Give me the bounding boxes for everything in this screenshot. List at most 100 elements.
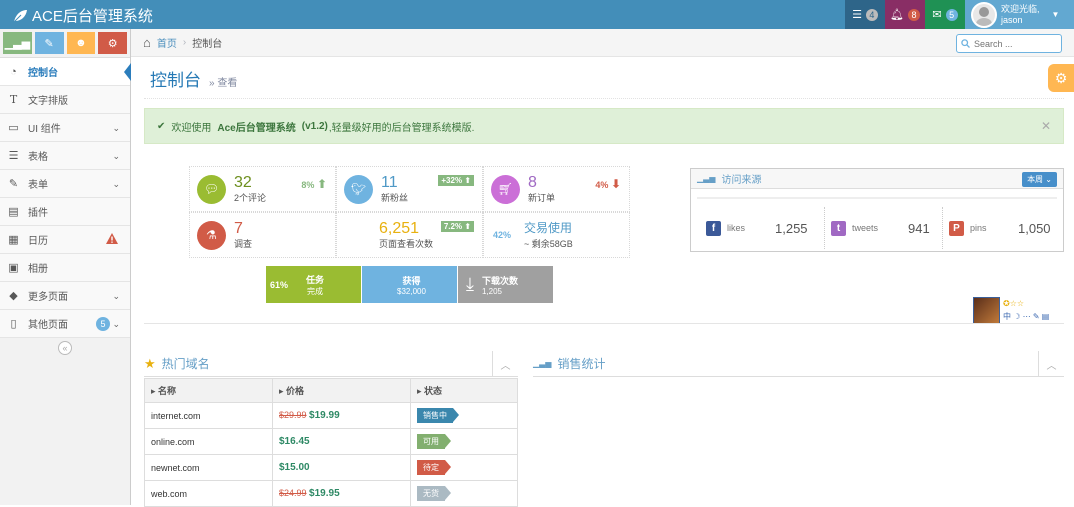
- group-shortcut-button[interactable]: ☻: [66, 32, 96, 54]
- table-header-price[interactable]: ▸ 价格: [272, 378, 411, 403]
- signal-shortcut-button[interactable]: ▁▃▅: [3, 32, 32, 54]
- comments-icon: 💬︎: [197, 174, 226, 204]
- user-info: 欢迎光临, jason: [1001, 4, 1040, 26]
- sidebar-item-forms[interactable]: ✎ 表单 ⌄: [0, 170, 130, 198]
- chevron-down-icon: ⌄: [112, 151, 120, 161]
- small-infobox-title: 下载次数: [481, 275, 518, 286]
- signal-icon: ▁▃▅: [533, 359, 552, 368]
- table-header-status[interactable]: ▸ 状态: [410, 378, 518, 403]
- domain-name: internet.com: [144, 402, 273, 429]
- alert-suffix: ,轻量级好用的后台管理系统模版.: [328, 122, 475, 134]
- group-icon: ☻: [75, 37, 87, 49]
- search-icon: [961, 39, 970, 48]
- user-menu[interactable]: 欢迎光临, jason ▼: [965, 0, 1074, 29]
- sidebar-item-calendar[interactable]: ▦ 日历: [0, 226, 130, 254]
- infobox-text: 2个评论: [234, 193, 267, 203]
- sidebar-item-label: 表单: [28, 180, 48, 191]
- brand-link[interactable]: ACE后台管理系统: [12, 5, 153, 26]
- sidebar-item-more-pages[interactable]: ◆ 更多页面 ⌄: [0, 282, 130, 310]
- sidebar-item-ui[interactable]: ▭ UI 组件 ⌄: [0, 114, 130, 142]
- user-greeting: 欢迎光临,: [1001, 3, 1040, 14]
- chevron-down-icon: ⌄: [112, 179, 120, 189]
- sidebar-item-label: 表格: [28, 152, 48, 163]
- calendar-icon: ▦: [8, 234, 19, 246]
- domain-status: 销售中: [410, 402, 518, 429]
- signal-icon: ▁▃▅: [697, 174, 716, 183]
- picture-icon: ▣: [8, 262, 19, 274]
- small-infobox-title: 任务: [306, 274, 325, 285]
- domain-name: online.com: [144, 428, 273, 455]
- arrow-up-icon: ⬆: [316, 177, 327, 191]
- download-icon: ⤓: [466, 274, 474, 294]
- chevron-down-icon: ⌄: [112, 319, 120, 329]
- brand-title: ACE后台管理系统: [32, 8, 153, 25]
- infobox-stat: 4% ⬇: [595, 177, 621, 191]
- tasks-button[interactable]: ☰ 4: [845, 0, 885, 29]
- widget-title: 销售统计: [557, 357, 606, 371]
- sidebar-item-label: 文字排版: [28, 96, 68, 107]
- other-pages-badge: 5: [96, 317, 110, 331]
- social-stats: f likes 1,255 t tweets 941 P pins 1,050: [691, 197, 1063, 249]
- small-infobox-text: $32,000: [397, 286, 426, 296]
- caret-down-icon: ▼: [1051, 10, 1060, 19]
- infobox-text: 页面查看次数: [379, 239, 434, 249]
- leaf-icon: [12, 9, 27, 23]
- domain-price: $29.99 $19.99: [272, 402, 411, 429]
- table-row: online.com $16.45 可用: [144, 428, 518, 455]
- notifications-button[interactable]: 🔔︎ 8: [885, 0, 925, 29]
- facebook-stat: f likes 1,255: [706, 207, 824, 249]
- sidebar-item-gallery[interactable]: ▣ 相册: [0, 254, 130, 282]
- infobox-survey: ⚗ 7 调查: [189, 212, 336, 258]
- infobox-number: 7: [234, 220, 243, 237]
- sidebar-item-label: 控制台: [28, 68, 58, 79]
- welcome-alert: ✔ 欢迎使用 Ace后台管理系统 (v1.2) ,轻量级好用的后台管理系统模版.…: [144, 108, 1064, 144]
- messages-button[interactable]: ✉ 5: [925, 0, 965, 29]
- infobox-text: 新订单: [528, 193, 556, 203]
- domain-status: 可用: [410, 428, 518, 455]
- warning-icon: [106, 233, 118, 247]
- table-header-name[interactable]: ▸ 名称: [144, 378, 273, 403]
- chevron-up-icon[interactable]: ︿: [1038, 351, 1064, 377]
- tag-icon: ◆: [9, 290, 18, 302]
- infobox-number: 32: [234, 174, 252, 191]
- sidebar-item-typography[interactable]: T 文字排版: [0, 86, 130, 114]
- breadcrumb-separator-icon: ›: [182, 37, 187, 48]
- widget-title: 访问来源: [721, 175, 762, 186]
- infobox-stat: +32% ⬆: [438, 175, 474, 186]
- sidebar-item-label: 插件: [28, 208, 48, 219]
- period-dropdown[interactable]: 本周 ⌄: [1022, 172, 1057, 187]
- small-infoboxes: 61% 任务 完成 获得 $32,000 ⤓ 下载次数 1,205: [266, 266, 553, 303]
- notifications-badge: 8: [907, 8, 920, 21]
- domain-status: 待定: [410, 454, 518, 481]
- close-icon[interactable]: ✕: [1041, 119, 1051, 133]
- messages-badge: 5: [945, 8, 958, 21]
- status-badge: 无货: [417, 486, 451, 501]
- search-input[interactable]: [974, 38, 1058, 49]
- alert-product-name: Ace后台管理系统: [217, 122, 296, 134]
- sidebar-item-label: 相册: [28, 264, 48, 275]
- alert-version: (v1.2): [301, 120, 328, 132]
- home-icon: ⌂: [143, 35, 151, 50]
- dashboard-icon: ◔: [10, 65, 17, 78]
- chevron-up-icon[interactable]: ︿: [492, 351, 518, 377]
- pencil-shortcut-button[interactable]: ✎: [34, 32, 64, 54]
- sidebar-item-widgets[interactable]: ▤ 插件: [0, 198, 130, 226]
- breadcrumb-home-link[interactable]: 首页: [157, 35, 177, 50]
- infobox-stat: 8% ⬆: [301, 177, 327, 191]
- cogs-shortcut-button[interactable]: ⚙: [98, 32, 127, 54]
- sidebar-item-other-pages[interactable]: ▯ 其他页面 5 ⌄: [0, 310, 130, 338]
- cogs-icon: ⚙: [107, 37, 118, 50]
- shopping-cart-icon: 🛒︎: [491, 174, 520, 204]
- infobox-container: 💬︎ 32 2个评论 8% ⬆ 🐦︎ 11 新粉丝 +32% ⬆ 🛒︎ 8 新订…: [189, 166, 630, 258]
- widget-title: 热门域名: [161, 357, 210, 371]
- signal-icon: ▁▃▅: [4, 37, 31, 50]
- sidebar-item-dashboard[interactable]: ◔ 控制台: [0, 58, 131, 86]
- small-infobox-earnings: 获得 $32,000: [362, 266, 457, 303]
- sidebar-item-label: 更多页面: [28, 292, 68, 303]
- infobox-followers: 🐦︎ 11 新粉丝 +32% ⬆: [336, 166, 483, 212]
- sidebar-item-tables[interactable]: ☰ 表格 ⌄: [0, 142, 130, 170]
- sidebar-collapse[interactable]: «: [0, 338, 130, 358]
- page-subtitle-text: 查看: [217, 78, 238, 89]
- domains-widget-header: ★ 热门域名 ︿: [144, 351, 518, 377]
- tasks-badge: 4: [865, 8, 878, 21]
